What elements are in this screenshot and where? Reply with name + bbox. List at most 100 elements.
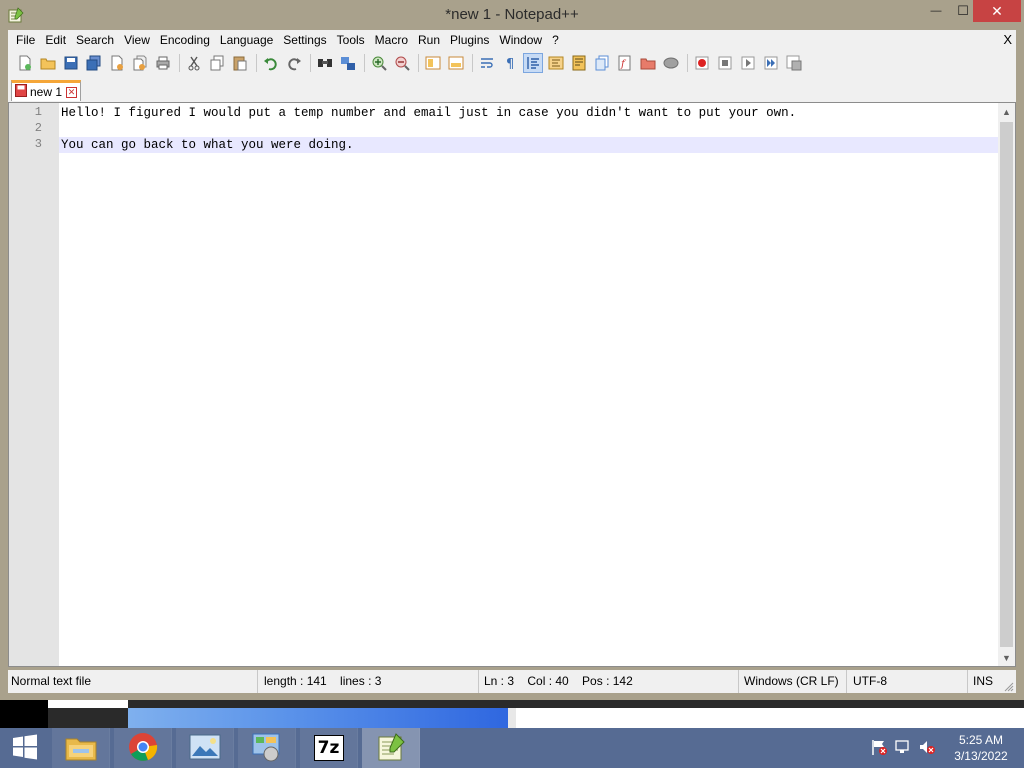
resize-grip-icon[interactable] [1004, 681, 1014, 692]
folder-as-workspace-icon[interactable] [639, 54, 657, 72]
menu-search[interactable]: Search [75, 30, 120, 51]
sync-vertical-icon[interactable] [424, 54, 442, 72]
redo-icon[interactable] [285, 54, 303, 72]
save-all-icon[interactable] [85, 54, 103, 72]
tab-close-icon[interactable]: ✕ [66, 86, 78, 98]
menu-language[interactable]: Language [219, 30, 279, 51]
taskbar-photo-viewer[interactable] [176, 728, 234, 768]
document-map-icon[interactable] [570, 54, 588, 72]
line-number: 3 [34, 137, 42, 151]
tab-new-1[interactable]: new 1 ✕ [11, 80, 81, 101]
title-bar[interactable]: *new 1 - Notepad++ — ☐ ✕ [0, 0, 1024, 30]
status-file-type: Normal text file [8, 670, 258, 693]
run-macro-multiple-icon[interactable] [762, 54, 780, 72]
line-number: 2 [34, 121, 42, 135]
notepadpp-icon [376, 732, 406, 765]
menu-encoding[interactable]: Encoding [159, 30, 216, 51]
desktop-region [516, 708, 1024, 728]
volume-muted-icon[interactable] [918, 738, 936, 759]
taskbar-file-explorer[interactable] [52, 728, 110, 768]
editor-line[interactable]: Hello! I figured I would put a temp numb… [61, 105, 997, 121]
close-icon: ✕ [991, 2, 1003, 19]
close-all-icon[interactable] [131, 54, 149, 72]
editor-line[interactable]: You can go back to what you were doing. [61, 137, 997, 153]
function-list-icon[interactable]: f [616, 54, 634, 72]
open-file-icon[interactable] [39, 54, 57, 72]
taskbar-chrome[interactable] [114, 728, 172, 768]
unsaved-file-icon [15, 84, 27, 100]
cut-icon[interactable] [185, 54, 203, 72]
user-defined-language-icon[interactable] [547, 54, 565, 72]
7zip-icon: 7z [313, 735, 344, 761]
status-cursor-position: Ln : 3 Col : 40 Pos : 142 [481, 670, 739, 693]
taskbar-notepadpp[interactable] [362, 728, 420, 768]
toolbar-separator [472, 54, 473, 72]
toolbar-separator [256, 54, 257, 72]
status-encoding[interactable]: UTF-8 [850, 670, 968, 693]
save-icon[interactable] [62, 54, 80, 72]
action-center-flag-icon[interactable] [870, 738, 888, 759]
system-clock[interactable]: 5:25 AM 3/13/2022 [950, 732, 1012, 764]
clock-date: 3/13/2022 [954, 749, 1008, 763]
scroll-down-arrow-icon[interactable]: ▼ [998, 649, 1015, 666]
editor-line[interactable] [61, 121, 997, 137]
print-icon[interactable] [154, 54, 172, 72]
replace-icon[interactable] [339, 54, 357, 72]
desktop-background [0, 700, 1024, 728]
menu-run[interactable]: Run [417, 30, 446, 51]
status-eol-format[interactable]: Windows (CR LF) [741, 670, 847, 693]
zoom-in-icon[interactable] [370, 54, 388, 72]
undo-icon[interactable] [262, 54, 280, 72]
toolbar-separator [364, 54, 365, 72]
menu-window[interactable]: Window [498, 30, 548, 51]
word-wrap-icon[interactable] [478, 54, 496, 72]
new-file-icon[interactable] [16, 54, 34, 72]
show-all-characters-icon[interactable]: ¶ [501, 54, 519, 72]
toolbar-separator [687, 54, 688, 72]
save-macro-icon[interactable] [785, 54, 803, 72]
minimize-icon: — [930, 5, 942, 17]
tab-bar: new 1 ✕ [8, 75, 1016, 102]
monitoring-icon[interactable] [662, 54, 680, 72]
control-panel-icon [251, 732, 283, 765]
document-list-icon[interactable] [593, 54, 611, 72]
network-icon[interactable] [894, 738, 912, 759]
vertical-scrollbar[interactable]: ▲ ▼ [998, 103, 1015, 666]
paste-icon[interactable] [231, 54, 249, 72]
scrollbar-thumb[interactable] [1000, 122, 1013, 647]
close-icon[interactable] [108, 54, 126, 72]
start-button[interactable] [0, 728, 50, 768]
text-editor[interactable]: 1 2 3 Hello! I figured I would put a tem… [8, 102, 1016, 667]
taskbar-7zip[interactable]: 7z [300, 728, 358, 768]
7zip-label: 7z [317, 738, 340, 758]
menu-macro[interactable]: Macro [374, 30, 414, 51]
file-explorer-icon [65, 733, 97, 764]
scroll-up-arrow-icon[interactable]: ▲ [998, 103, 1015, 120]
menu-settings[interactable]: Settings [282, 30, 332, 51]
line-number-gutter: 1 2 3 [9, 103, 59, 666]
menu-bar: File Edit Search View Encoding Language … [8, 30, 1016, 51]
sync-horizontal-icon[interactable] [447, 54, 465, 72]
notepadpp-window: *new 1 - Notepad++ — ☐ ✕ File Edit Searc… [0, 0, 1024, 700]
close-window-button[interactable]: ✕ [973, 0, 1021, 22]
stop-macro-icon[interactable] [716, 54, 734, 72]
record-macro-icon[interactable] [693, 54, 711, 72]
window-title: *new 1 - Notepad++ [445, 6, 579, 23]
menu-file[interactable]: File [15, 30, 41, 51]
close-document-button[interactable]: X [1003, 32, 1012, 47]
status-insert-mode[interactable]: INS [970, 670, 1002, 693]
windows-logo-icon [12, 734, 38, 763]
menu-tools[interactable]: Tools [336, 30, 371, 51]
zoom-out-icon[interactable] [393, 54, 411, 72]
menu-plugins[interactable]: Plugins [449, 30, 495, 51]
find-icon[interactable] [316, 54, 334, 72]
line-number: 1 [34, 105, 42, 119]
indent-guide-icon[interactable] [523, 53, 543, 73]
desktop-region [128, 708, 508, 728]
menu-help[interactable]: ? [551, 30, 565, 51]
taskbar-control-panel[interactable] [238, 728, 296, 768]
play-macro-icon[interactable] [739, 54, 757, 72]
menu-view[interactable]: View [123, 30, 156, 51]
copy-icon[interactable] [208, 54, 226, 72]
menu-edit[interactable]: Edit [44, 30, 72, 51]
